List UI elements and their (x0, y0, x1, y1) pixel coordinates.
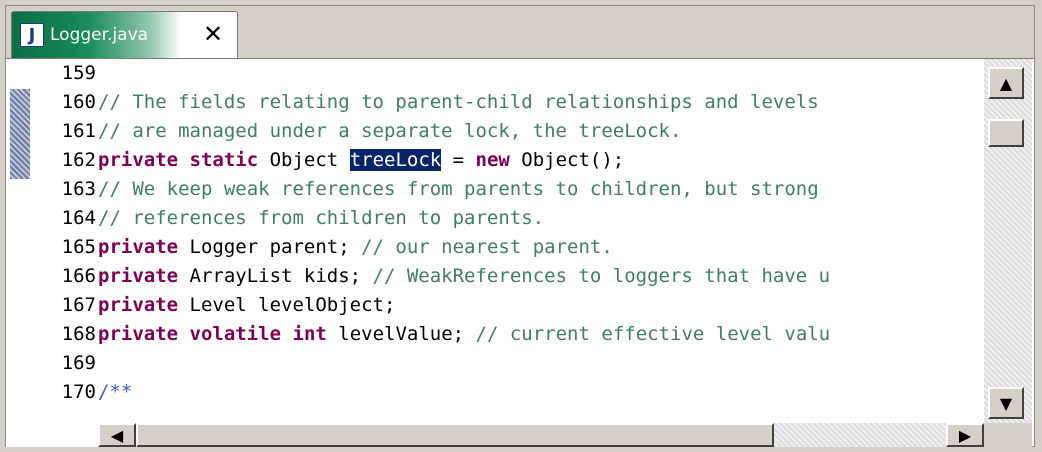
tab-label: Logger.java (50, 25, 149, 45)
comment-token[interactable]: // our nearest parent. (361, 236, 613, 258)
keyword-token[interactable]: private (98, 294, 178, 316)
arrow-down-icon: ▼ (999, 393, 1013, 413)
line-number: 170 (61, 381, 96, 403)
line-number: 167 (61, 294, 96, 316)
keyword-token[interactable]: private (98, 149, 178, 171)
horizontal-scroll-thumb[interactable] (136, 423, 774, 447)
keyword-token[interactable]: static (190, 149, 259, 171)
line-number: 159 (61, 62, 96, 84)
comment-token[interactable]: // WeakReferences to loggers that have u (373, 265, 831, 287)
scroll-right-button[interactable]: ▶ (946, 423, 984, 447)
comment-token[interactable]: // The fields relating to parent-child r… (98, 91, 819, 113)
line-code[interactable]: // are managed under a separate lock, th… (98, 117, 984, 146)
code-token[interactable]: Object(); (510, 149, 624, 171)
arrow-left-icon: ◀ (110, 425, 124, 445)
scroll-left-button[interactable]: ◀ (98, 423, 136, 447)
line-code[interactable]: private ArrayList kids; // WeakReference… (98, 262, 984, 291)
code-token[interactable]: Object (258, 149, 350, 171)
tab-logger-java[interactable]: J Logger.java ✕ (11, 11, 238, 58)
line-code[interactable]: // We keep weak references from parents … (98, 175, 984, 204)
code-token[interactable]: ArrayList kids; (178, 265, 372, 287)
keyword-token[interactable]: private (98, 265, 178, 287)
code-line[interactable]: 169 (36, 349, 984, 378)
code-token[interactable]: = (441, 149, 475, 171)
keyword-token[interactable]: new (476, 149, 510, 171)
line-code[interactable]: private Logger parent; // our nearest pa… (98, 233, 984, 262)
line-code[interactable]: private static Object treeLock = new Obj… (98, 146, 984, 175)
code-line[interactable]: 168 private volatile int levelValue; // c… (36, 320, 984, 349)
line-number: 162 (61, 149, 96, 171)
code-line[interactable]: 161// are managed under a separate lock,… (36, 117, 984, 146)
ruler-highlight-marker[interactable] (10, 89, 30, 179)
keyword-token[interactable]: private (98, 323, 178, 345)
line-code[interactable]: private Level levelObject; (98, 291, 984, 320)
code-token[interactable]: levelValue; (327, 323, 476, 345)
line-number: 160 (61, 91, 96, 113)
code-token[interactable] (281, 323, 292, 345)
vertical-scrollbar[interactable]: ▲ ▼ (984, 59, 1032, 423)
code-line[interactable]: 165 private Logger parent; // our nearest… (36, 233, 984, 262)
code-line[interactable]: 160// The fields relating to parent-chil… (36, 88, 984, 117)
arrow-up-icon: ▲ (999, 73, 1013, 93)
line-code[interactable]: private volatile int levelValue; // curr… (98, 320, 984, 349)
gutter-bottom (6, 423, 98, 447)
line-number: 164 (61, 207, 96, 229)
code-token[interactable]: Level levelObject; (178, 294, 396, 316)
keyword-token[interactable]: int (293, 323, 327, 345)
keyword-token[interactable]: private (98, 236, 178, 258)
comment-token[interactable]: // are managed under a separate lock, th… (98, 120, 681, 142)
horizontal-scrollbar[interactable]: ◀ ▶ (98, 423, 984, 447)
line-number: 161 (61, 120, 96, 142)
line-number: 166 (61, 265, 96, 287)
arrow-right-icon: ▶ (958, 425, 972, 445)
comment-token[interactable]: // references from children to parents. (98, 207, 544, 229)
line-code[interactable]: // references from children to parents. (98, 204, 984, 233)
comment-token[interactable]: // We keep weak references from parents … (98, 178, 819, 200)
line-code[interactable] (98, 59, 984, 88)
vertical-scroll-thumb[interactable] (988, 119, 1024, 147)
line-code[interactable] (98, 349, 984, 378)
code-area[interactable]: 159 160// The fields relating to parent-c… (36, 59, 984, 423)
comment-token[interactable]: // current effective level valu (476, 323, 831, 345)
scrollbar-corner (984, 423, 1032, 447)
code-line[interactable]: 163// We keep weak references from paren… (36, 175, 984, 204)
scroll-down-button[interactable]: ▼ (988, 387, 1024, 419)
code-line[interactable]: 162 private static Object treeLock = new … (36, 146, 984, 175)
code-token[interactable]: Logger parent; (178, 236, 361, 258)
code-line[interactable]: 159 (36, 59, 984, 88)
line-code[interactable]: /** (98, 378, 984, 407)
tab-bar: J Logger.java ✕ (6, 6, 1034, 58)
java-file-icon: J (20, 23, 44, 47)
code-line[interactable]: 166 private ArrayList kids; // WeakRefere… (36, 262, 984, 291)
scroll-up-button[interactable]: ▲ (988, 67, 1024, 99)
line-code[interactable]: // The fields relating to parent-child r… (98, 88, 984, 117)
code-token[interactable] (178, 149, 189, 171)
overview-ruler (6, 59, 36, 423)
code-line[interactable]: 170/** (36, 378, 984, 407)
keyword-token[interactable]: volatile (190, 323, 282, 345)
code-line[interactable]: 167 private Level levelObject; (36, 291, 984, 320)
javadoc-token[interactable]: /** (98, 381, 132, 403)
line-number: 163 (61, 178, 96, 200)
code-line[interactable]: 164// references from children to parent… (36, 204, 984, 233)
selected-token[interactable]: treeLock (349, 149, 442, 171)
code-editor[interactable]: 159 160// The fields relating to parent-c… (6, 58, 1034, 447)
line-number: 168 (61, 323, 96, 345)
code-token[interactable] (178, 323, 189, 345)
editor-window: J Logger.java ✕ 159 160// The fields rela… (5, 5, 1035, 447)
line-number: 169 (61, 352, 96, 374)
close-icon[interactable]: ✕ (201, 22, 225, 46)
line-number: 165 (61, 236, 96, 258)
